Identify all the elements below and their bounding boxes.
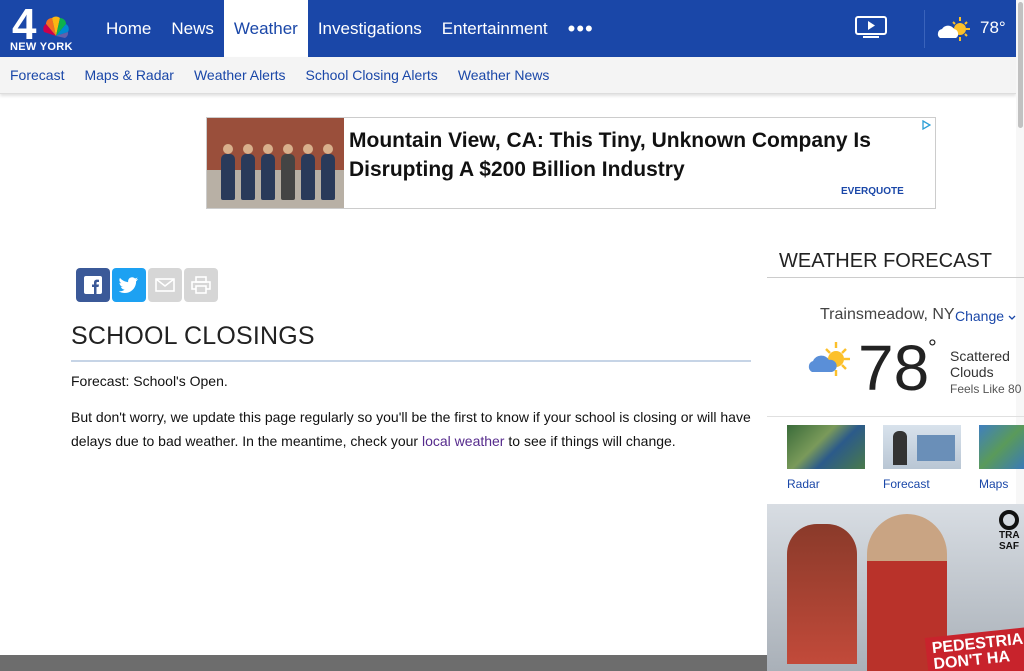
ad-logo-text: TRA SAF [999, 530, 1020, 552]
header-temp: 78° [980, 18, 1006, 37]
forecast-link[interactable]: Forecast [883, 477, 930, 491]
print-button[interactable] [184, 268, 218, 302]
main-nav: Home News Weather Investigations Enterta… [96, 0, 604, 57]
nav-investigations[interactable]: Investigations [308, 0, 432, 57]
ad-headline-line1: Mountain View, CA: This Tiny, Unknown Co… [349, 129, 871, 152]
logo-city: NEW YORK [10, 41, 73, 53]
subnav-school-closing-alerts[interactable]: School Closing Alerts [296, 57, 448, 93]
subnav-weather-news[interactable]: Weather News [448, 57, 560, 93]
weather-subnav: Forecast Maps & Radar Weather Alerts Sch… [0, 57, 1016, 94]
weather-forecast-heading: WEATHER FORECAST [779, 250, 992, 272]
local-weather-link[interactable]: local weather [422, 433, 505, 449]
ad-logo: TRA SAF [999, 510, 1024, 570]
top-nav-bar: 4 NEW YORK Home News Weather Investigati… [0, 0, 1024, 57]
banner-ad[interactable]: Mountain View, CA: This Tiny, Unknown Co… [206, 117, 936, 209]
forecast-heading-divider [767, 277, 1024, 278]
partly-cloudy-icon [808, 342, 850, 376]
share-bar [76, 268, 220, 302]
forecast-thumbnail[interactable] [883, 425, 961, 469]
bottom-overlay-bar [0, 655, 767, 671]
change-label: Change [955, 308, 1005, 324]
ad-headline-line2: Disrupting A $200 Billion Industry [349, 158, 685, 181]
chevron-down-icon [1008, 315, 1016, 320]
nav-entertainment[interactable]: Entertainment [432, 0, 558, 57]
forecast-status: Forecast: School's Open. [71, 373, 228, 389]
article-body: But don't worry, we update this page reg… [71, 405, 761, 453]
ad-brand-logo: EVERQUOTE [841, 186, 904, 197]
sidebar-ad[interactable]: TRA SAF PEDESTRIA DON'T HA [767, 504, 1024, 671]
subnav-weather-alerts[interactable]: Weather Alerts [184, 57, 296, 93]
condition-line2: Clouds [950, 364, 994, 380]
more-menu-icon[interactable]: ••• [558, 0, 604, 57]
forecast-map-graphic [917, 435, 955, 461]
nbc-logo[interactable]: 4 NEW YORK [10, 0, 80, 53]
page-title: SCHOOL CLOSINGS [71, 322, 315, 350]
ad-logo-ring [999, 510, 1019, 530]
nav-divider [924, 10, 925, 48]
title-divider [71, 360, 751, 362]
forecast-divider [767, 416, 1024, 417]
video-tv-icon[interactable] [855, 16, 887, 38]
ad-image [207, 118, 344, 208]
header-weather[interactable]: 78° [936, 16, 1016, 42]
subnav-maps-radar[interactable]: Maps & Radar [74, 57, 183, 93]
maps-thumbnail[interactable] [979, 425, 1024, 469]
meteorologist-figure [893, 431, 907, 465]
radar-thumbnail[interactable] [787, 425, 865, 469]
subnav-forecast[interactable]: Forecast [0, 57, 74, 93]
change-location-button[interactable]: Change [955, 308, 1016, 324]
nav-news[interactable]: News [161, 0, 224, 57]
body-text-end: to see if things will change. [504, 433, 676, 449]
ad-headline: Mountain View, CA: This Tiny, Unknown Co… [349, 126, 871, 184]
facebook-icon [84, 276, 102, 294]
partly-cloudy-icon [937, 17, 970, 41]
condition-line1: Scattered [950, 348, 1010, 364]
current-condition: Scattered Clouds [950, 348, 1024, 380]
email-share-button[interactable] [148, 268, 182, 302]
twitter-icon [119, 277, 138, 293]
temp-degree: ° [928, 335, 937, 360]
facebook-share-button[interactable] [76, 268, 110, 302]
ad-figure-left [787, 524, 857, 664]
radar-link[interactable]: Radar [787, 477, 820, 491]
forecast-location: Trainsmeadow, NY [820, 306, 955, 323]
feels-like: Feels Like 80 ° [950, 382, 1024, 396]
nav-home[interactable]: Home [96, 0, 161, 57]
adchoices-icon[interactable] [921, 120, 931, 130]
current-temp: 78 [858, 332, 930, 404]
nav-weather[interactable]: Weather [223, 0, 308, 57]
print-icon [191, 276, 211, 294]
maps-link[interactable]: Maps [979, 477, 1008, 491]
scrollbar-thumb[interactable] [1018, 2, 1023, 128]
twitter-share-button[interactable] [112, 268, 146, 302]
email-icon [155, 278, 175, 292]
